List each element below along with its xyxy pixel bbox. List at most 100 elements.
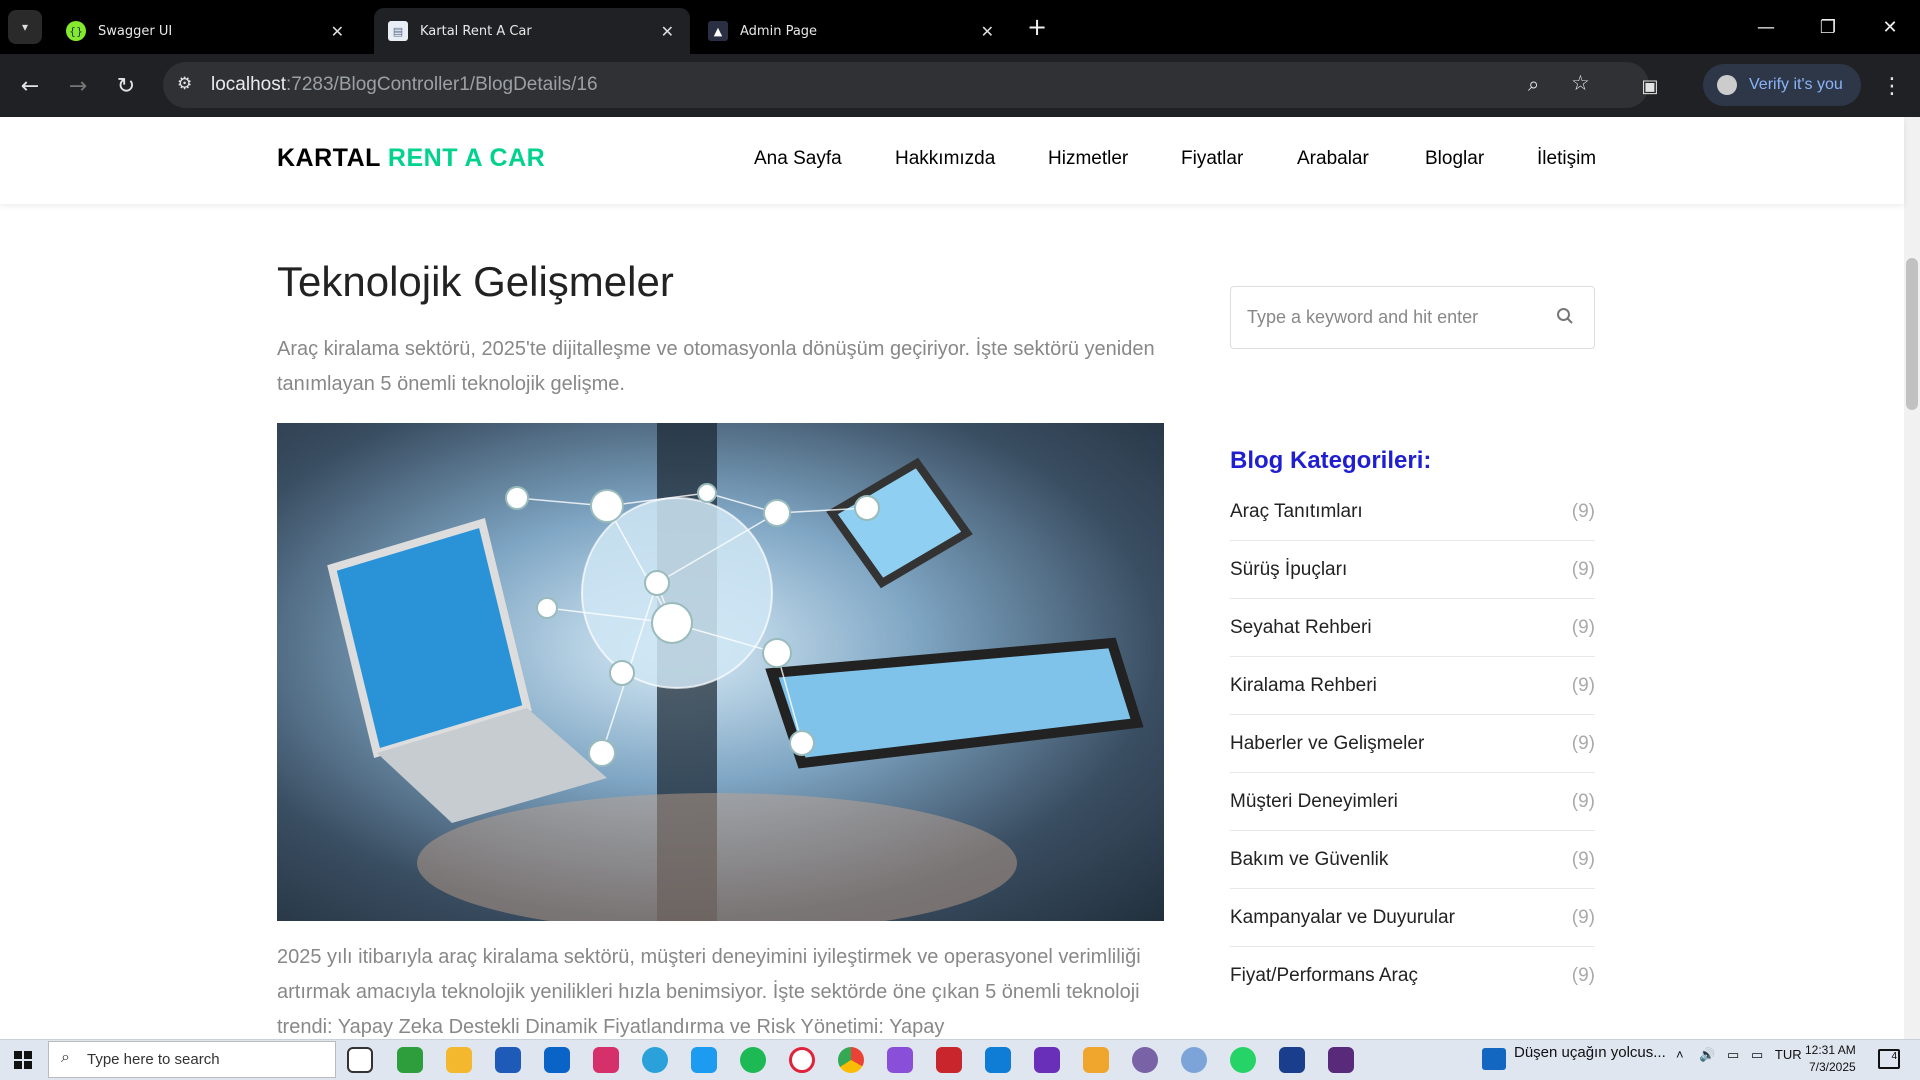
category-item[interactable]: Sürüş İpuçları (9) [1230,541,1595,599]
category-item[interactable]: Kiralama Rehberi (9) [1230,657,1595,715]
news-icon[interactable] [1482,1048,1506,1070]
system-tray[interactable]: ˄ 🔊 ▭ ▭ TUR [1676,1047,1802,1063]
category-item[interactable]: Bakım ve Güvenlik (9) [1230,831,1595,889]
site-settings-icon[interactable]: ⚙ [177,74,192,94]
vscode-icon[interactable] [985,1047,1011,1073]
article-body: 2025 yılı itibarıyla araç kiralama sektö… [277,946,1141,1038]
close-window-button[interactable]: ✕ [1860,0,1920,54]
outlook-icon[interactable] [544,1047,570,1073]
tab-title: Swagger UI [98,23,173,39]
forward-button[interactable]: → [60,68,96,104]
search-icon: ⌕ [61,1049,70,1066]
start-button[interactable] [0,1039,46,1080]
chrome-icon[interactable] [838,1047,864,1073]
telegram-icon[interactable] [642,1047,668,1073]
puzzle-icon: ▣ [1641,75,1659,97]
tab-search-button[interactable]: ▾ [8,10,42,44]
nav-arabalar[interactable]: Arabalar [1297,148,1369,170]
page-icon: ▤ [388,21,408,41]
article-intro: Araç kiralama sektörü, 2025'te dijitalle… [277,338,1155,395]
avatar [1717,75,1737,95]
zoom-icon[interactable]: ⌕ [1528,72,1539,96]
windows-logo-icon [14,1050,32,1069]
clock-time: 12:31 AM [1805,1043,1856,1057]
arrow-right-icon: → [68,73,88,99]
category-item[interactable]: Müşteri Deneyimleri (9) [1230,773,1595,831]
opera-icon[interactable] [789,1047,815,1073]
app-icon[interactable] [1132,1047,1158,1073]
news-widget[interactable]: Düşen uçağın yolcus... [1514,1044,1666,1061]
category-item[interactable]: Kampanyalar ve Duyurular (9) [1230,889,1595,947]
plus-icon: + [1026,13,1048,41]
close-tab-icon[interactable]: ✕ [981,22,994,41]
verify-label: Verify it's you [1749,76,1843,93]
tab-swagger[interactable]: {} Swagger UI ✕ [52,8,360,54]
battery-icon[interactable]: ▭ [1727,1047,1739,1062]
xbox-icon[interactable] [397,1047,423,1073]
nav-iletisim[interactable]: İletişim [1537,148,1596,170]
extensions-button[interactable]: ▣ [1632,68,1668,104]
close-tab-icon[interactable]: ✕ [331,22,344,41]
scrollbar[interactable] [1904,117,1920,1039]
minimize-icon: — [1757,16,1775,38]
url-text: localhost:7283/BlogController1/BlogDetai… [211,74,598,95]
taskbar-search-placeholder: Type here to search [87,1051,220,1068]
category-item[interactable]: Seyahat Rehberi (9) [1230,599,1595,657]
chevron-down-icon: ▾ [21,20,29,34]
blog-search-input[interactable]: Type a keyword and hit enter [1230,286,1595,349]
visual-studio-icon[interactable] [1034,1047,1060,1073]
tab-title: Kartal Rent A Car [420,23,532,39]
bookmark-star-icon[interactable]: ☆ [1571,71,1590,95]
reload-button[interactable]: ↻ [108,68,144,104]
restore-icon: ❐ [1819,16,1837,38]
chevron-up-icon[interactable]: ˄ [1676,1047,1684,1062]
category-item[interactable]: Araç Tanıtımları (9) [1230,483,1595,541]
clock[interactable]: 12:31 AM 7/3/2025 [1805,1042,1856,1076]
new-tab-button[interactable]: + [1022,10,1052,44]
language-indicator[interactable]: TUR [1775,1047,1802,1062]
store-icon[interactable] [495,1047,521,1073]
instagram-icon[interactable] [593,1047,619,1073]
reload-icon: ↻ [116,73,136,99]
visual-studio-icon[interactable] [887,1047,913,1073]
verify-profile-button[interactable]: Verify it's you [1703,64,1861,106]
close-tab-icon[interactable]: ✕ [661,22,674,41]
search-placeholder: Type a keyword and hit enter [1247,307,1479,327]
category-item[interactable]: Haberler ve Gelişmeler (9) [1230,715,1595,773]
notification-center-icon[interactable]: 4 [1878,1049,1900,1069]
prime-video-icon[interactable] [1279,1047,1305,1073]
minimize-button[interactable]: — [1736,0,1796,54]
close-icon: ✕ [1882,16,1898,38]
app-icon[interactable] [1083,1047,1109,1073]
address-bar[interactable]: ⚙ localhost:7283/BlogController1/BlogDet… [163,62,1649,108]
tab-admin[interactable]: ▲ Admin Page ✕ [694,8,1010,54]
whatsapp-icon[interactable] [1230,1047,1256,1073]
admin-icon: ▲ [708,21,728,41]
clock-date: 7/3/2025 [1808,1060,1856,1074]
site-logo[interactable]: KARTAL RENT A CAR [277,144,545,173]
scrollbar-thumb[interactable] [1906,258,1918,410]
restore-button[interactable]: ❐ [1798,0,1858,54]
tab-title: Admin Page [740,23,818,39]
nav-ana-sayfa[interactable]: Ana Sayfa [754,148,842,170]
twitter-icon[interactable] [691,1047,717,1073]
network-icon[interactable]: ▭ [1751,1047,1763,1062]
nav-hakkimizda[interactable]: Hakkımızda [895,148,995,170]
taskbar-search-input[interactable]: ⌕ Type here to search [48,1041,336,1078]
app-icon[interactable] [1181,1047,1207,1073]
tab-kartal[interactable]: ▤ Kartal Rent A Car ✕ [374,8,690,54]
article-hero-image [277,423,1164,921]
nav-fiyatlar[interactable]: Fiyatlar [1181,148,1243,170]
volume-icon[interactable]: 🔊 [1699,1047,1715,1062]
task-view-icon[interactable] [347,1047,373,1073]
nav-hizmetler[interactable]: Hizmetler [1048,148,1128,170]
category-item[interactable]: Fiyat/Performans Araç (9) [1230,947,1595,1005]
app-icon[interactable] [936,1047,962,1073]
menu-button[interactable]: ⋮ [1874,68,1910,104]
nav-bloglar[interactable]: Bloglar [1425,148,1484,170]
back-button[interactable]: ← [12,68,48,104]
spotify-icon[interactable] [740,1047,766,1073]
file-explorer-icon[interactable] [446,1047,472,1073]
search-icon[interactable] [1556,307,1574,325]
app-icon[interactable] [1328,1047,1354,1073]
